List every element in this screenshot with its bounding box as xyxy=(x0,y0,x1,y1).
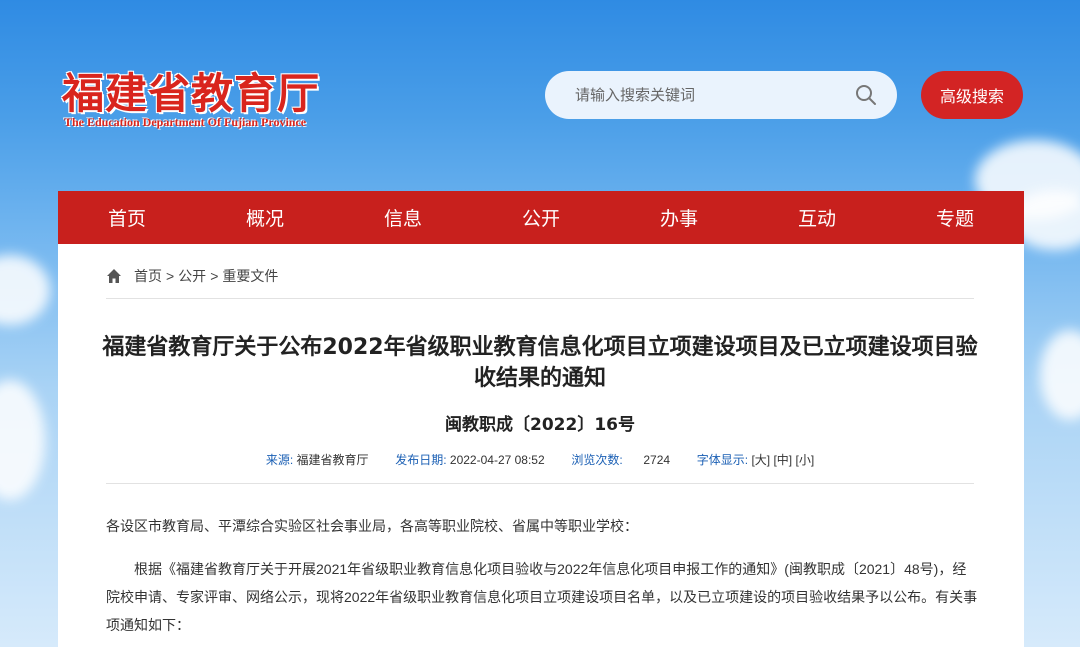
views-label: 浏览次数: xyxy=(571,453,623,467)
breadcrumb-home[interactable]: 首页 xyxy=(134,266,162,286)
views-value: 2724 xyxy=(643,453,671,467)
font-size-small-button[interactable]: [小] xyxy=(795,453,814,467)
source-value: 福建省教育厅 xyxy=(296,453,369,467)
font-size-label: 字体显示: xyxy=(696,453,749,467)
nav-item-overview[interactable]: 概况 xyxy=(196,204,334,231)
home-icon xyxy=(106,268,122,284)
breadcrumb-important-docs[interactable]: 重要文件 xyxy=(222,266,278,286)
search-box xyxy=(545,71,897,119)
document-number: 闽教职成〔2022〕16号 xyxy=(445,415,635,435)
search-icon[interactable] xyxy=(855,84,877,106)
divider xyxy=(106,483,974,484)
nav-item-info[interactable]: 信息 xyxy=(334,204,472,231)
search-input[interactable] xyxy=(575,86,855,104)
cloud-decoration xyxy=(0,380,45,500)
nav-item-public[interactable]: 公开 xyxy=(472,204,610,231)
site-header: 福建省教育厅 The Education Department Of Fujia… xyxy=(0,0,1080,190)
nav-item-services[interactable]: 办事 xyxy=(610,204,748,231)
cloud-decoration xyxy=(0,255,50,325)
nav-item-home[interactable]: 首页 xyxy=(58,204,196,231)
breadcrumb-separator: > xyxy=(210,268,219,284)
article-meta: 来源: 福建省教育厅 发布日期: 2022-04-27 08:52 浏览次数: … xyxy=(98,451,982,468)
divider xyxy=(106,298,974,299)
site-logo-english: The Education Department Of Fujian Provi… xyxy=(64,115,307,129)
advanced-search-button[interactable]: 高级搜索 xyxy=(921,71,1023,119)
site-logo[interactable]: 福建省教育厅 xyxy=(62,60,320,121)
main-nav: 首页 概况 信息 公开 办事 互动 专题 xyxy=(58,191,1024,244)
article-paragraph: 各设区市教育局、平潭综合实验区社会事业局，各高等职业院校、省属中等职业学校： xyxy=(106,518,638,534)
breadcrumb-public[interactable]: 公开 xyxy=(178,266,206,286)
date-value: 2022-04-27 08:52 xyxy=(449,453,545,467)
source-label: 来源: xyxy=(265,453,294,467)
date-label: 发布日期: xyxy=(395,453,447,467)
nav-item-topics[interactable]: 专题 xyxy=(886,204,1024,231)
article-paragraph: 根据《福建省教育厅关于开展2021年省级职业教育信息化项目验收与2022年信息化… xyxy=(106,561,978,633)
article-container: 首页 > 公开 > 重要文件 福建省教育厅关于公布2022年省级职业教育信息化项… xyxy=(58,244,1024,647)
article-title: 福建省教育厅关于公布2022年省级职业教育信息化项目立项建设项目及已立项建设项目… xyxy=(102,335,978,391)
nav-item-interaction[interactable]: 互动 xyxy=(748,204,886,231)
font-size-large-button[interactable]: [大] xyxy=(751,453,770,467)
font-size-medium-button[interactable]: [中] xyxy=(773,453,792,467)
breadcrumb: 首页 > 公开 > 重要文件 xyxy=(106,266,278,286)
breadcrumb-separator: > xyxy=(166,268,175,284)
cloud-decoration xyxy=(1040,330,1080,420)
